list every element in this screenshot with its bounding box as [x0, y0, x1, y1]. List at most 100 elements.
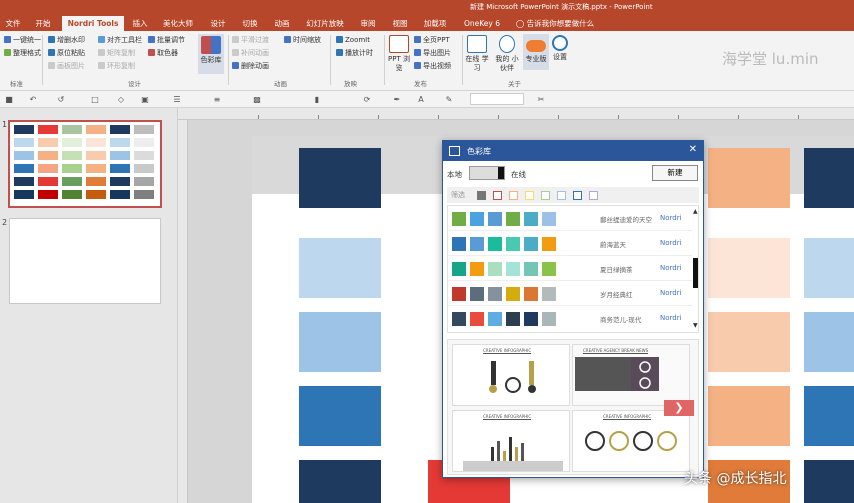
template-card[interactable]: CREATIVE INFOGRAPHIC: [572, 410, 690, 472]
export-image-button[interactable]: 导出图片: [414, 48, 451, 59]
tween-animation-button[interactable]: 补间动画: [232, 48, 269, 59]
group-icon[interactable]: ◇: [116, 95, 126, 104]
filter-yellow[interactable]: [525, 191, 534, 200]
play-timer-button[interactable]: 播放计时: [336, 48, 373, 59]
paste-in-place-button[interactable]: 原位粘贴: [48, 48, 85, 59]
tab-animations[interactable]: 动画: [270, 16, 294, 31]
scroll-up-icon[interactable]: ▲: [693, 208, 698, 215]
tab-view[interactable]: 视图: [388, 16, 412, 31]
tab-review[interactable]: 审阅: [356, 16, 380, 31]
tab-slideshow[interactable]: 幻灯片放映: [302, 16, 348, 31]
pro-version-button[interactable]: 专业版: [523, 34, 549, 70]
close-icon[interactable]: ✕: [689, 144, 697, 155]
filter-purple[interactable]: [589, 191, 598, 200]
full-page-ppt-button[interactable]: 全页PPT: [414, 35, 450, 46]
ring-copy-button[interactable]: 环形复制: [98, 61, 135, 72]
template-card[interactable]: CREATIVE AGENCY BREAK NEWS: [572, 344, 690, 406]
color-swatch[interactable]: [804, 312, 854, 372]
align-center-icon[interactable]: ≡: [212, 95, 222, 104]
pen-icon[interactable]: ✎: [444, 95, 454, 104]
undo-icon[interactable]: ↶: [28, 95, 38, 104]
palette-row[interactable]: 商务范儿-现代 Nordri: [448, 306, 692, 331]
tab-onekey[interactable]: OneKey 6: [460, 16, 504, 31]
tab-nordri-tools[interactable]: Nordri Tools: [62, 16, 124, 31]
template-card[interactable]: CREATIVE INFOGRAPHIC: [452, 410, 570, 472]
batch-adjust-button[interactable]: 批量调节: [148, 35, 185, 46]
color-swatch[interactable]: [299, 148, 381, 208]
palette-color: [488, 237, 502, 251]
distribute-icon[interactable]: ▩: [252, 95, 262, 104]
tab-file[interactable]: 文件: [2, 16, 24, 31]
tab-transitions[interactable]: 切换: [238, 16, 262, 31]
crop-icon[interactable]: ✂: [536, 95, 546, 104]
filter-dark-blue[interactable]: [573, 191, 582, 200]
filter-green[interactable]: [541, 191, 550, 200]
palette-row[interactable]: 蔚海蓝天 Nordri: [448, 231, 692, 256]
palette-row[interactable]: 鄱丝缇迪爱的天空 Nordri: [448, 206, 692, 231]
tell-me-search[interactable]: ◯ 告诉我你想要做什么: [514, 16, 596, 31]
palette-scrollbar[interactable]: ▲ ▼: [692, 206, 699, 332]
online-learning-button[interactable]: 在线 学习: [465, 35, 489, 73]
color-library-button[interactable]: 色彩库: [198, 34, 224, 74]
format-button[interactable]: 整理格式: [4, 48, 41, 59]
time-scale-button[interactable]: 时间缩放: [284, 35, 321, 46]
redo-icon[interactable]: ↺: [56, 95, 66, 104]
shape-icon[interactable]: □: [90, 95, 100, 104]
color-swatch[interactable]: [708, 148, 790, 208]
scroll-thumb[interactable]: [693, 258, 698, 288]
matrix-copy-button[interactable]: 矩阵复制: [98, 48, 135, 59]
my-partners-button[interactable]: 我的 小伙伴: [493, 35, 521, 73]
save-icon[interactable]: ■: [4, 95, 14, 104]
new-palette-button[interactable]: 新建: [652, 165, 698, 181]
settings-button[interactable]: 设置: [550, 35, 570, 62]
slide-thumbnail-2[interactable]: [9, 218, 161, 304]
picture-icon[interactable]: ▣: [140, 95, 150, 104]
export-video-button[interactable]: 导出视频: [414, 61, 451, 72]
color-swatch[interactable]: [299, 386, 381, 446]
color-swatch[interactable]: [299, 238, 381, 298]
eyedropper-button[interactable]: 取色器: [148, 48, 178, 59]
color-swatch[interactable]: [804, 460, 854, 503]
align-left-icon[interactable]: ☰: [172, 95, 182, 104]
color-swatch[interactable]: [708, 386, 790, 446]
palette-row[interactable]: 岁月经典红 Nordri: [448, 281, 692, 306]
color-swatch[interactable]: [804, 148, 854, 208]
tab-design[interactable]: 设计: [206, 16, 230, 31]
tab-home[interactable]: 开始: [30, 16, 56, 31]
tab-beautify[interactable]: 美化大师: [158, 16, 198, 31]
template-card[interactable]: CREATIVE INFOGRAPHIC: [452, 344, 570, 406]
scroll-down-icon[interactable]: ▼: [693, 322, 698, 329]
tab-insert[interactable]: 插入: [128, 16, 152, 31]
rotate-icon[interactable]: ⟳: [362, 95, 372, 104]
color-swatch[interactable]: [804, 238, 854, 298]
tab-addins[interactable]: 加载项: [420, 16, 450, 31]
unify-button[interactable]: 一键统一: [4, 35, 41, 46]
zoomit-button[interactable]: ZoomIt: [336, 35, 370, 46]
local-online-toggle[interactable]: [469, 166, 505, 180]
artboard-button[interactable]: 画板图片: [48, 61, 85, 72]
font-size-select[interactable]: [470, 93, 524, 105]
dialog-title-bar[interactable]: 色彩库 ✕: [443, 141, 703, 161]
filter-red[interactable]: [493, 191, 502, 200]
delete-animation-button[interactable]: 删除动画: [232, 61, 269, 72]
filter-orange[interactable]: [509, 191, 518, 200]
fill-icon[interactable]: ▮: [312, 95, 322, 104]
filter-blue[interactable]: [557, 191, 566, 200]
color-swatch[interactable]: [804, 386, 854, 446]
color-swatch[interactable]: [299, 460, 381, 503]
slide-thumbnail-1[interactable]: [8, 120, 162, 208]
color-swatch[interactable]: [299, 312, 381, 372]
eyedropper-icon-small[interactable]: ✒: [392, 95, 402, 104]
font-color-icon[interactable]: A: [416, 95, 426, 104]
next-arrow-button[interactable]: ❯: [664, 400, 694, 416]
color-swatch[interactable]: [708, 312, 790, 372]
align-toolbar-button[interactable]: 对齐工具栏: [98, 35, 142, 46]
ppt-browse-button[interactable]: PPT 浏览: [388, 35, 410, 73]
watermark-button[interactable]: 增删水印: [48, 35, 85, 46]
palette-color: [452, 287, 466, 301]
palette-row[interactable]: 夏日绿摘茶 Nordri: [448, 256, 692, 281]
filter-gray[interactable]: [477, 191, 486, 200]
thumbnail-scrollbar[interactable]: [171, 108, 177, 503]
smooth-transition-button[interactable]: 平滑过渡: [232, 35, 269, 46]
color-swatch[interactable]: [708, 238, 790, 298]
